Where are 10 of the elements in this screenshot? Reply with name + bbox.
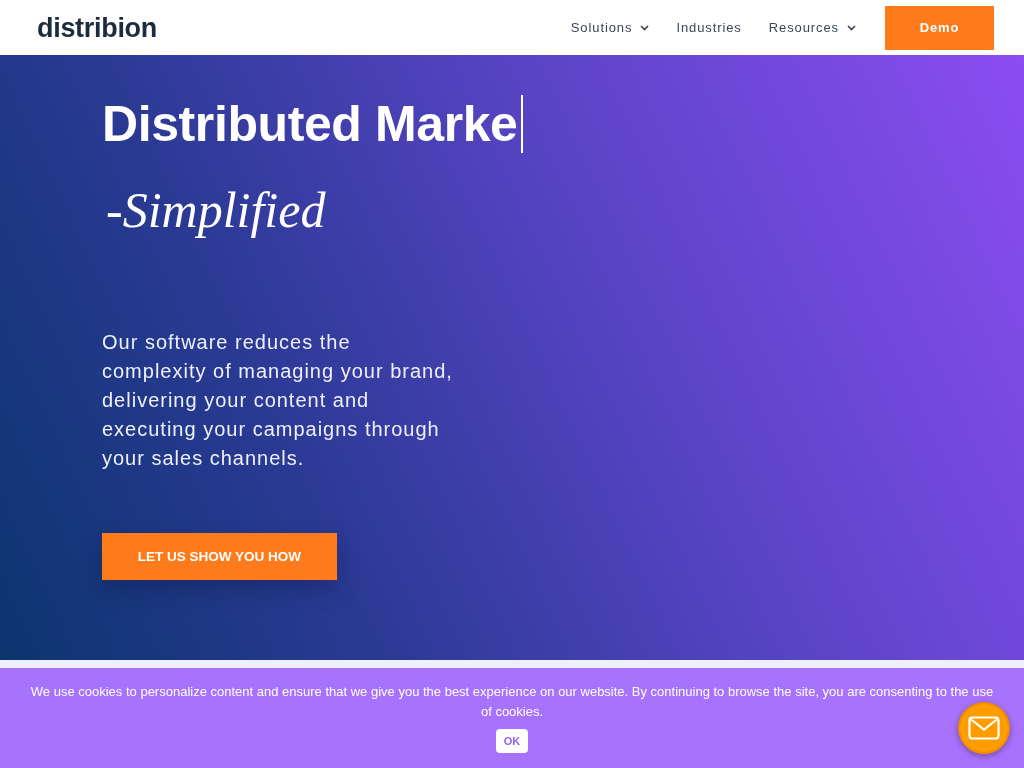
- ok-button[interactable]: OK: [496, 729, 528, 753]
- nav-link[interactable]: Industries: [676, 20, 742, 35]
- hero-tagline: -Simplified: [105, 181, 326, 240]
- nav-link[interactable]: Solutions: [570, 20, 650, 35]
- hero-headline: Distributed Marke: [102, 95, 518, 154]
- logo[interactable]: distribion: [37, 11, 157, 44]
- nav-link[interactable]: Resources: [768, 20, 856, 35]
- hero-description: Our software reduces the complexity of managing your brand, delivering your content and executing your campaigns through your sales channels.: [102, 330, 454, 471]
- cookie-message: We use cookies to personalize content and ensure that we give you the best experience on our website. By continuing to browse the site, you are consenting to the use of cookies.: [29, 683, 995, 721]
- envelope-icon: [968, 716, 1000, 740]
